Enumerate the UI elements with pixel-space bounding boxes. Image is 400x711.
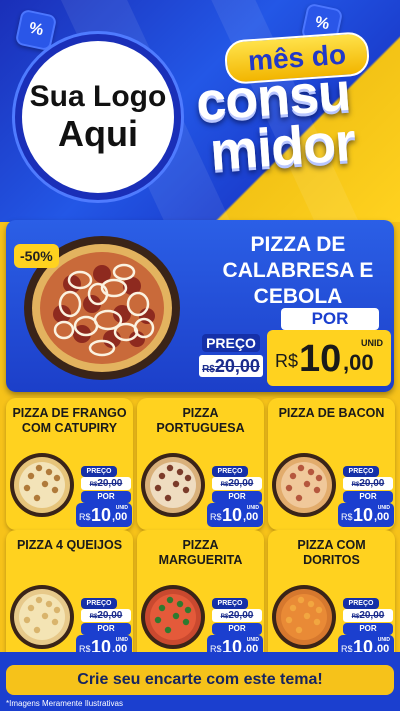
- logo-line-1: Sua Logo: [29, 80, 167, 113]
- price-label-tag: PREÇO: [343, 466, 379, 477]
- old-price-value: 20,00: [97, 610, 123, 621]
- product-name: PIZZA COM DORITOS: [297, 538, 366, 567]
- featured-product-card[interactable]: -50% PIZZA DE CALABRESA E CEBOLA PREÇO R…: [6, 220, 394, 392]
- product-name: PIZZA DE BACON: [278, 406, 385, 420]
- product-price-box: UNID R$ 10 ,00: [207, 503, 263, 527]
- price-currency: R$: [341, 512, 353, 522]
- price-currency: R$: [79, 512, 91, 522]
- old-price: R$20,00: [81, 609, 131, 622]
- old-price-value: 20,00: [214, 356, 260, 376]
- old-price: R$20,00: [343, 609, 393, 622]
- logo-placeholder: Sua Logo Aqui: [15, 34, 181, 200]
- old-price: R$20,00: [212, 609, 262, 622]
- price-label-tag: PREÇO: [212, 598, 248, 609]
- product-name: PIZZA MARGUERITA: [158, 538, 243, 567]
- pizza-image: [140, 452, 206, 518]
- price-decimal: ,00: [112, 511, 128, 523]
- old-price-value: 20,00: [359, 478, 385, 489]
- product-name: PIZZA PORTUGUESA: [156, 406, 245, 435]
- pizza-image: [140, 584, 206, 650]
- por-label-tag: POR: [343, 491, 393, 503]
- product-card[interactable]: PIZZA MARGUERITA PREÇO R$20,00 POR UNID …: [137, 530, 264, 662]
- old-price-value: 20,00: [359, 610, 385, 621]
- por-label-tag: POR: [81, 491, 131, 503]
- disclaimer-text: *Imagens Meramente Ilustrativas: [6, 699, 123, 708]
- price-integer: 10: [299, 338, 342, 380]
- price-decimal: ,00: [374, 511, 390, 523]
- old-price-value: 20,00: [228, 478, 254, 489]
- product-price-box: UNID R$ 10 ,00: [338, 503, 394, 527]
- por-label-tag: POR: [281, 308, 379, 330]
- product-price-box: UNID R$ 10 ,00: [76, 503, 132, 527]
- product-card[interactable]: PIZZA DE FRANGO COM CATUPIRY PREÇO R$20,…: [6, 398, 133, 530]
- old-price-value: 20,00: [97, 478, 123, 489]
- featured-product-name: PIZZA DE CALABRESA E CEBOLA: [222, 233, 374, 308]
- product-card[interactable]: PIZZA DE BACON PREÇO R$20,00 POR UNID R$…: [268, 398, 395, 530]
- product-name: PIZZA 4 QUEIJOS: [16, 538, 123, 552]
- price-decimal: ,00: [243, 511, 259, 523]
- percent-badge-icon: %: [14, 8, 58, 52]
- pizza-image: [271, 452, 337, 518]
- pizza-image: [9, 452, 75, 518]
- product-card[interactable]: PIZZA COM DORITOS PREÇO R$20,00 POR UNID…: [268, 530, 395, 662]
- old-price: R$20,00: [199, 355, 263, 377]
- old-price: R$20,00: [212, 477, 262, 490]
- unit-label: UNID: [361, 338, 383, 348]
- header-banner: % % Sua Logo Aqui mês do consu midor: [0, 0, 400, 222]
- discount-badge: -50%: [14, 244, 59, 268]
- price-label-tag: PREÇO: [81, 598, 117, 609]
- old-price-currency: R$: [202, 364, 215, 375]
- price-currency: R$: [210, 512, 222, 522]
- old-price-value: 20,00: [228, 610, 254, 621]
- price-label-tag: PREÇO: [212, 466, 248, 477]
- pizza-image: [271, 584, 337, 650]
- logo-line-2: Aqui: [58, 113, 138, 154]
- price-currency: R$: [275, 351, 299, 371]
- old-price: R$20,00: [343, 477, 393, 490]
- por-label-tag: POR: [212, 491, 262, 503]
- product-name: PIZZA DE FRANGO COM CATUPIRY: [12, 406, 127, 435]
- product-card[interactable]: PIZZA 4 QUEIJOS PREÇO R$20,00 POR UNID R…: [6, 530, 133, 662]
- price-integer: 10: [91, 505, 112, 525]
- por-label-tag: POR: [212, 623, 262, 635]
- featured-price-box: UNID R$ 10 ,00: [267, 330, 391, 386]
- campaign-title-bottom: midor: [208, 112, 357, 182]
- por-label-tag: POR: [343, 623, 393, 635]
- por-label-tag: POR: [81, 623, 131, 635]
- price-label-tag: PREÇO: [343, 598, 379, 609]
- price-integer: 10: [353, 505, 374, 525]
- price-decimal: ,00: [343, 350, 374, 375]
- price-label-tag: PREÇO: [202, 334, 260, 352]
- price-integer: 10: [222, 505, 243, 525]
- old-price: R$20,00: [81, 477, 131, 490]
- pizza-image: [9, 584, 75, 650]
- cta-banner[interactable]: Crie seu encarte com este tema!: [6, 665, 394, 695]
- product-card[interactable]: PIZZA PORTUGUESA PREÇO R$20,00 POR UNID …: [137, 398, 264, 530]
- price-label-tag: PREÇO: [81, 466, 117, 477]
